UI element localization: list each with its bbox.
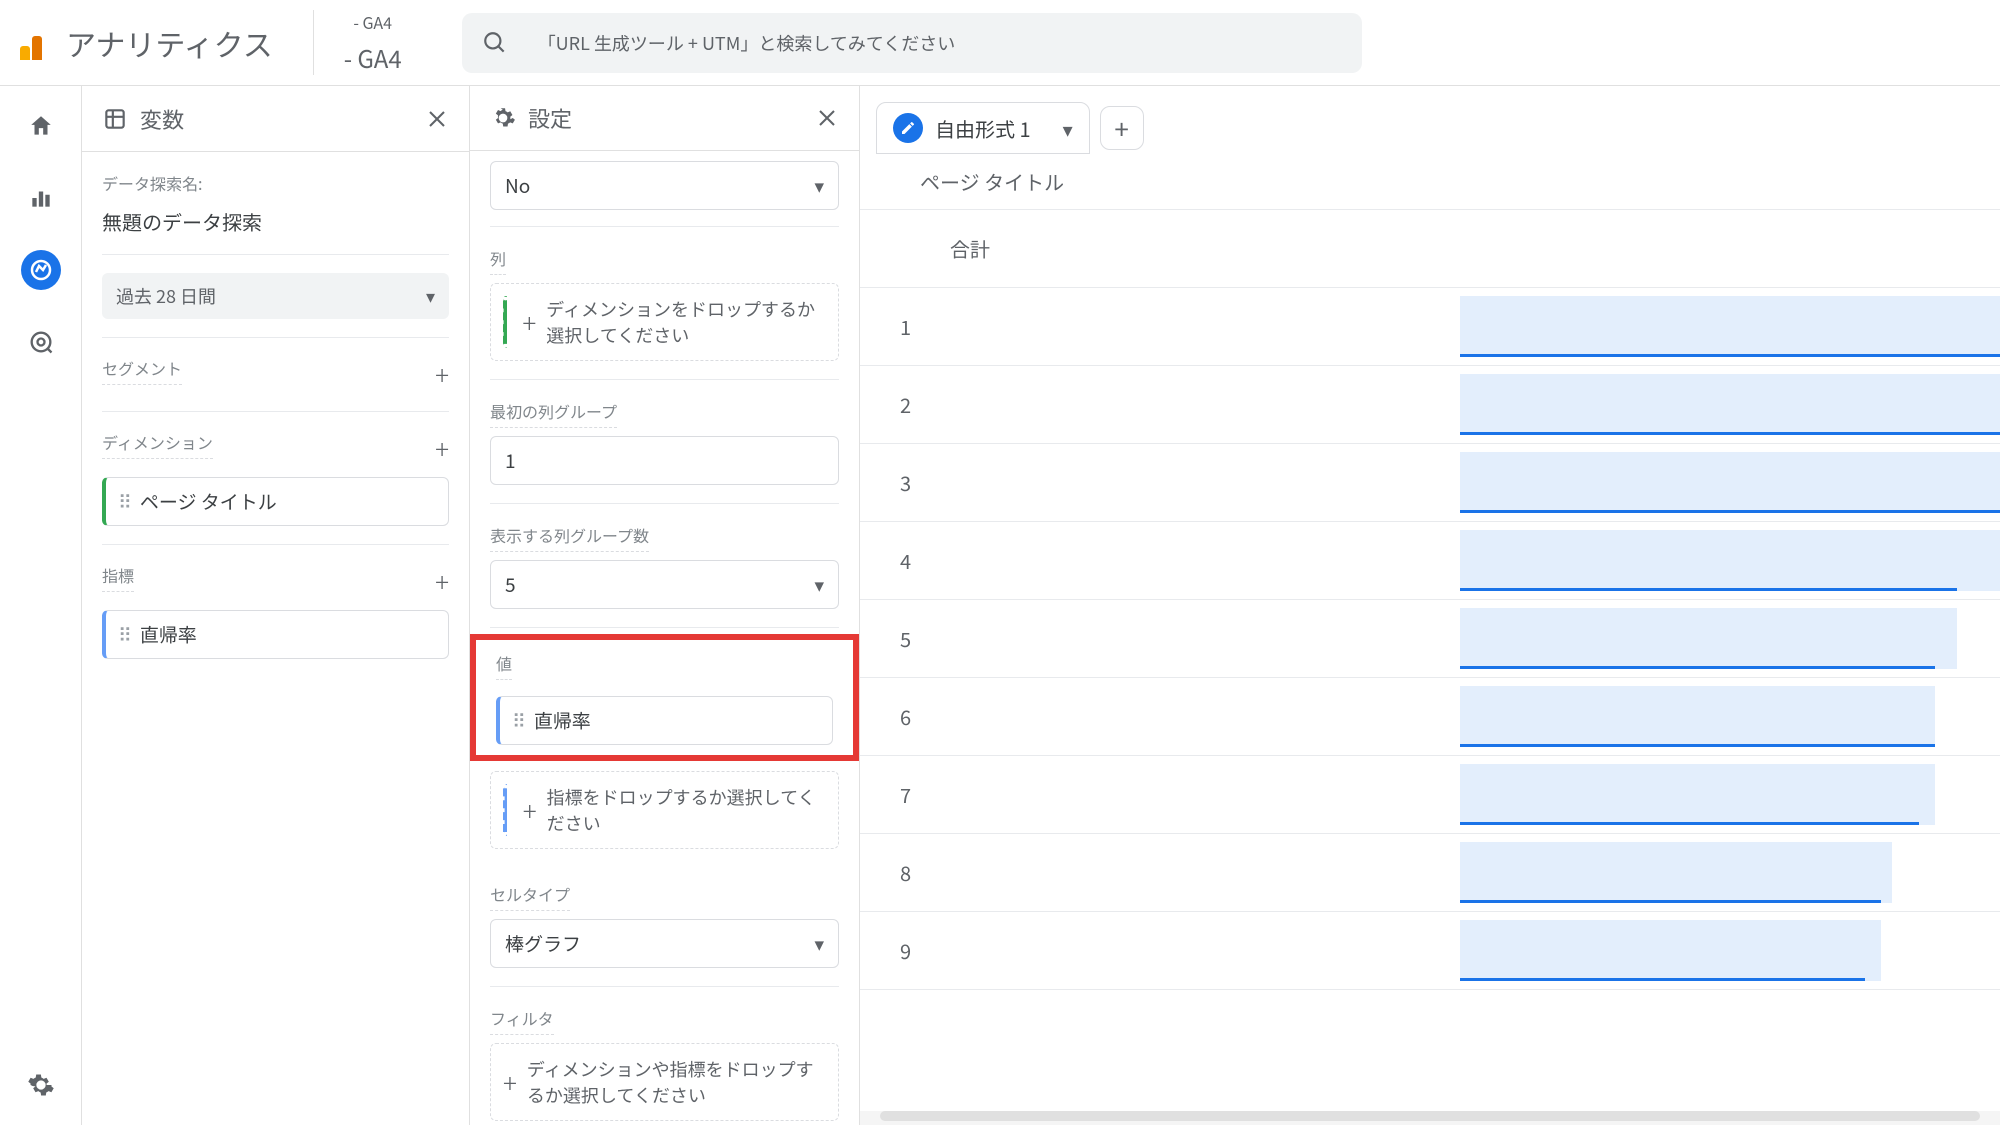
metrics-section: 指標 + ⠿ 直帰率 xyxy=(102,545,449,677)
exploration-name-section: データ探索名: 無題のデータ探索 xyxy=(102,152,449,255)
cell-type-section: セルタイプ 棒グラフ ▾ xyxy=(490,863,839,987)
search-input[interactable]: 「URL 生成ツール + UTM」と検索してみてください xyxy=(462,13,1362,73)
table-row[interactable]: 2 xyxy=(860,366,2000,444)
table-total-row: 合計 xyxy=(860,210,2000,288)
gear-icon xyxy=(490,105,516,131)
property-selector[interactable]: - GA4 - GA4 xyxy=(313,10,432,75)
product-name: アナリティクス xyxy=(66,21,273,65)
settings-panel: 設定 No ▾ 列 + ディメンションをドロップするか選択してください 最初の列… xyxy=(470,86,860,1125)
search-icon xyxy=(482,30,508,56)
drag-handle-icon: ⠿ xyxy=(512,707,524,734)
edit-icon xyxy=(893,113,923,143)
report-canvas: 自由形式 1 ▾ + ページ タイトル 合計 123456789 xyxy=(860,86,2000,1125)
close-icon[interactable] xyxy=(425,107,449,131)
dimension-chip[interactable]: ⠿ ページ タイトル xyxy=(102,477,449,526)
nav-explore[interactable] xyxy=(21,250,61,290)
chevron-down-icon: ▾ xyxy=(814,571,824,598)
first-col-input[interactable]: 1 xyxy=(490,436,839,485)
col-groups-section: 表示する列グループ数 5 ▾ xyxy=(490,504,839,628)
first-col-group-section: 最初の列グループ 1 xyxy=(490,380,839,504)
columns-section: 列 + ディメンションをドロップするか選択してください xyxy=(490,226,839,380)
drag-handle-icon: ⠿ xyxy=(118,488,130,515)
horizontal-scrollbar[interactable] xyxy=(880,1111,1980,1121)
settings-title: 設定 xyxy=(528,102,572,134)
tab-freeform-1[interactable]: 自由形式 1 ▾ xyxy=(876,102,1090,154)
value-metric-chip[interactable]: ⠿ 直帰率 xyxy=(496,696,833,745)
table-header: ページ タイトル xyxy=(860,154,2000,210)
add-tab-button[interactable]: + xyxy=(1100,106,1144,150)
add-dimension-button[interactable]: + xyxy=(435,430,449,467)
segments-section: セグメント + xyxy=(102,338,449,412)
rows-select[interactable]: No ▾ xyxy=(490,161,839,210)
chevron-down-icon: ▾ xyxy=(814,930,824,957)
table-row[interactable]: 6 xyxy=(860,678,2000,756)
nav-advertising[interactable] xyxy=(21,322,61,362)
exploration-name-input[interactable]: 無題のデータ探索 xyxy=(102,207,449,236)
left-nav xyxy=(0,86,82,1125)
table-row[interactable]: 1 xyxy=(860,288,2000,366)
col-groups-select[interactable]: 5 ▾ xyxy=(490,560,839,609)
table-row[interactable]: 8 xyxy=(860,834,2000,912)
filter-section: フィルタ + ディメンションや指標をドロップするか選択してください xyxy=(490,987,839,1125)
app-header: アナリティクス - GA4 - GA4 「URL 生成ツール + UTM」と検索… xyxy=(0,0,2000,86)
date-range-selector[interactable]: 過去 28 日間 ▾ xyxy=(102,273,449,319)
dimensions-section: ディメンション + ⠿ ページ タイトル xyxy=(102,412,449,545)
chevron-down-icon: ▾ xyxy=(1063,114,1073,143)
filter-dropzone[interactable]: + ディメンションや指標をドロップするか選択してください xyxy=(490,1043,839,1121)
nav-home[interactable] xyxy=(21,106,61,146)
report-table: ページ タイトル 合計 123456789 xyxy=(860,154,2000,1111)
table-row[interactable]: 5 xyxy=(860,600,2000,678)
table-row[interactable]: 7 xyxy=(860,756,2000,834)
date-range-section: 過去 28 日間 ▾ xyxy=(102,255,449,338)
add-metric-button[interactable]: + xyxy=(435,563,449,600)
table-row[interactable]: 9 xyxy=(860,912,2000,990)
analytics-icon xyxy=(20,26,54,60)
product-logo[interactable]: アナリティクス xyxy=(20,21,273,65)
values-dropzone[interactable]: + 指標をドロップするか選択してください xyxy=(490,771,839,849)
close-icon[interactable] xyxy=(815,106,839,130)
search-placeholder: 「URL 生成ツール + UTM」と検索してみてください xyxy=(538,30,956,56)
add-segment-button[interactable]: + xyxy=(435,356,449,393)
metric-chip[interactable]: ⠿ 直帰率 xyxy=(102,610,449,659)
nav-admin[interactable] xyxy=(21,1065,61,1105)
variables-panel: 変数 データ探索名: 無題のデータ探索 過去 28 日間 ▾ セグメント + xyxy=(82,86,470,1125)
columns-dropzone[interactable]: + ディメンションをドロップするか選択してください xyxy=(490,283,839,361)
cell-type-select[interactable]: 棒グラフ ▾ xyxy=(490,919,839,968)
variables-icon xyxy=(102,106,128,132)
values-highlight: 値 ⠿ 直帰率 xyxy=(470,634,859,761)
variables-title: 変数 xyxy=(140,103,184,135)
table-row[interactable]: 3 xyxy=(860,444,2000,522)
chevron-down-icon: ▾ xyxy=(814,172,824,199)
tab-bar: 自由形式 1 ▾ + xyxy=(860,86,2000,154)
nav-reports[interactable] xyxy=(21,178,61,218)
chevron-down-icon: ▾ xyxy=(426,283,435,309)
drag-handle-icon: ⠿ xyxy=(118,621,130,648)
table-row[interactable]: 4 xyxy=(860,522,2000,600)
